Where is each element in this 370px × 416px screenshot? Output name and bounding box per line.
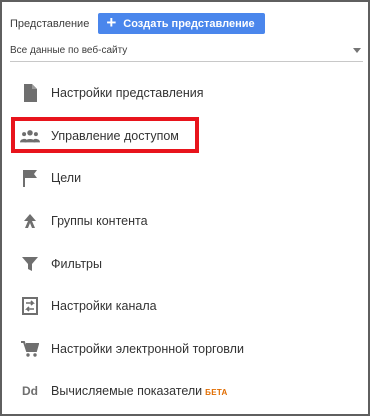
menu-item-filters[interactable]: Фильтры: [2, 242, 368, 285]
chevron-down-icon: [353, 48, 361, 53]
view-settings-panel: Представление + Создать представление Вс…: [0, 0, 370, 416]
document-icon: [20, 83, 40, 103]
menu-item-goals[interactable]: Цели: [2, 157, 368, 200]
calculated-metrics-icon: Dd: [20, 381, 40, 401]
people-icon: [20, 126, 40, 146]
menu-item-view-settings[interactable]: Настройки представления: [2, 72, 368, 115]
menu-item-label: Настройки канала: [51, 299, 157, 314]
menu-item-label: Цели: [51, 171, 82, 186]
create-view-label: Создать представление: [123, 17, 255, 30]
channel-settings-icon: [20, 296, 40, 316]
menu-item-label: Группы контента: [51, 214, 148, 229]
shopping-cart-icon: [20, 339, 40, 359]
menu-item-access-management[interactable]: Управление доступом: [2, 115, 368, 158]
filter-icon: [20, 254, 40, 274]
view-label: Представление: [10, 17, 90, 30]
beta-badge: БЕТА: [205, 388, 228, 398]
menu-item-label: Настройки представления: [51, 86, 204, 101]
create-view-button[interactable]: + Создать представление: [98, 13, 265, 34]
menu-item-label: Фильтры: [51, 256, 102, 271]
plus-icon: +: [106, 13, 117, 32]
menu-item-label: Вычисляемые показатели БЕТА: [51, 384, 228, 398]
content-grouping-icon: [20, 211, 40, 231]
view-select-value: Все данные по веб-сайту: [10, 45, 128, 56]
menu-item-content-grouping[interactable]: Группы контента: [2, 200, 368, 243]
menu-item-label: Управление доступом: [51, 128, 179, 143]
menu-item-channel-settings[interactable]: Настройки канала: [2, 285, 368, 328]
view-select[interactable]: Все данные по веб-сайту: [10, 40, 363, 62]
view-settings-menu: Настройки представления Управление досту…: [2, 72, 368, 413]
view-header: Представление + Создать представление: [10, 13, 265, 34]
calculated-metrics-icon-text: Dd: [22, 384, 38, 399]
menu-item-label-text: Вычисляемые показатели: [51, 384, 203, 399]
menu-item-ecommerce-settings[interactable]: Настройки электронной торговли: [2, 328, 368, 371]
menu-item-calculated-metrics[interactable]: Dd Вычисляемые показатели БЕТА: [2, 370, 368, 413]
menu-item-label: Настройки электронной торговли: [51, 341, 244, 356]
flag-icon: [20, 168, 40, 188]
